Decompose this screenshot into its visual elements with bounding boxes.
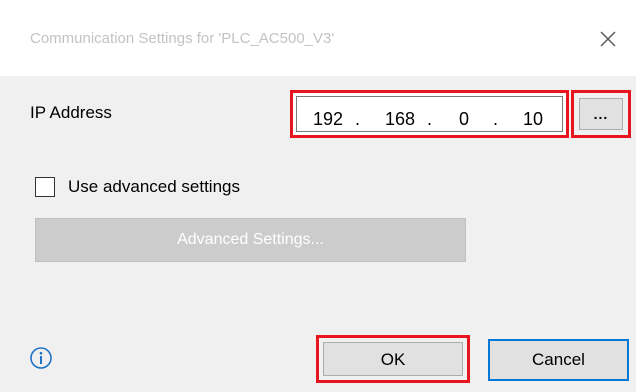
browse-ip-button-label: ... bbox=[579, 98, 623, 130]
close-icon[interactable] bbox=[595, 26, 621, 52]
dialog-title: Communication Settings for 'PLC_AC500_V3… bbox=[30, 30, 335, 47]
advanced-settings-button: Advanced Settings... bbox=[35, 218, 466, 262]
browse-ip-button[interactable]: ... bbox=[571, 90, 631, 138]
ip-dot-3: . bbox=[493, 109, 499, 129]
communication-settings-dialog: Communication Settings for 'PLC_AC500_V3… bbox=[0, 0, 636, 392]
use-advanced-settings-label[interactable]: Use advanced settings bbox=[68, 177, 240, 197]
title-bar: Communication Settings for 'PLC_AC500_V3… bbox=[0, 0, 636, 76]
use-advanced-settings-checkbox[interactable] bbox=[35, 177, 55, 197]
ok-button[interactable]: OK bbox=[316, 335, 470, 383]
ip-octet-4[interactable]: 10 bbox=[519, 109, 543, 130]
ip-address-label: IP Address bbox=[30, 103, 112, 122]
info-icon[interactable] bbox=[29, 346, 53, 370]
ip-address-field[interactable]: 192 . 168 . 0 . 10 bbox=[290, 90, 569, 138]
cancel-button[interactable]: Cancel bbox=[488, 339, 629, 381]
ip-octet-2[interactable]: 168 bbox=[373, 109, 415, 130]
ip-dot-1: . bbox=[355, 109, 361, 129]
ip-dot-2: . bbox=[427, 109, 433, 129]
ip-address-input-box[interactable]: 192 . 168 . 0 . 10 bbox=[296, 96, 563, 132]
ip-octet-3[interactable]: 0 bbox=[445, 109, 469, 130]
ip-octet-1[interactable]: 192 bbox=[307, 109, 343, 130]
ok-button-label: OK bbox=[323, 342, 463, 376]
